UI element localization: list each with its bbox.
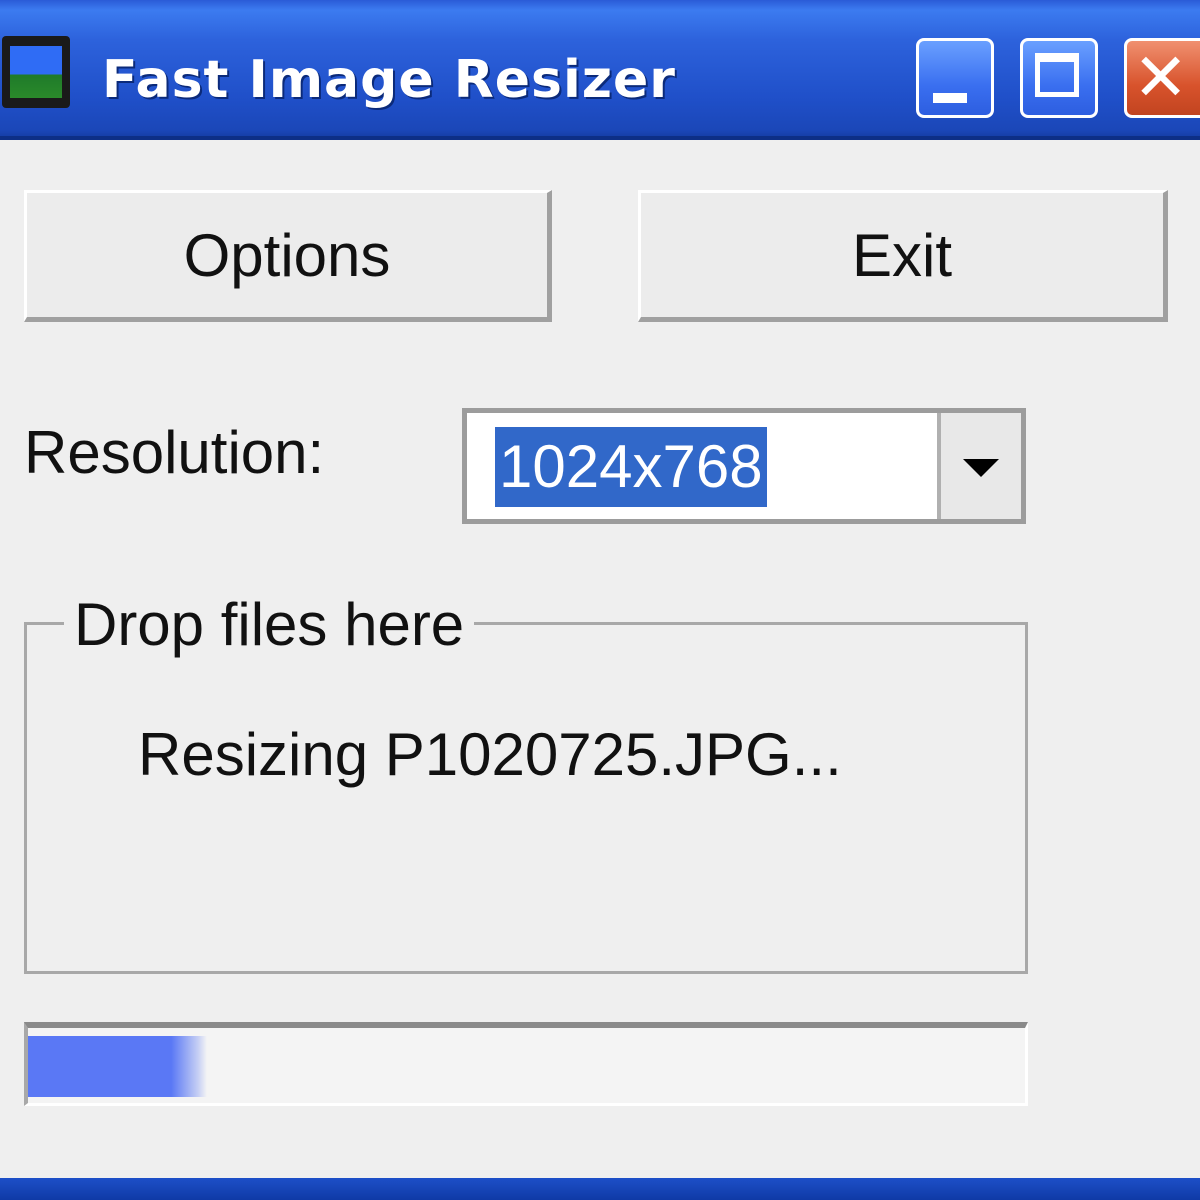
chevron-down-icon xyxy=(963,459,999,477)
exit-button[interactable]: Exit xyxy=(638,190,1168,322)
window-title: Fast Image Resizer xyxy=(102,50,676,110)
resolution-dropdown-button[interactable] xyxy=(937,413,1021,519)
title-bar[interactable]: Fast Image Resizer ✕ xyxy=(0,0,1200,140)
drop-files-area[interactable] xyxy=(24,622,1028,974)
minimize-icon xyxy=(933,93,967,103)
status-text: Resizing P1020725.JPG... xyxy=(138,721,842,788)
window-bottom-border xyxy=(0,1178,1200,1200)
resolution-select[interactable]: 1024x768 xyxy=(462,408,1026,524)
options-button[interactable]: Options xyxy=(24,190,552,322)
maximize-button[interactable] xyxy=(1020,38,1098,118)
progress-bar xyxy=(24,1022,1028,1106)
maximize-icon xyxy=(1035,53,1079,97)
close-icon: ✕ xyxy=(1133,39,1189,116)
resolution-label: Resolution: xyxy=(24,419,325,486)
app-window: Fast Image Resizer ✕ Options Exit Resolu… xyxy=(0,0,1200,1200)
close-button[interactable]: ✕ xyxy=(1124,38,1200,118)
progress-fill xyxy=(28,1036,208,1097)
resolution-selected-value[interactable]: 1024x768 xyxy=(495,427,767,507)
picture-icon-image xyxy=(10,46,62,98)
picture-icon[interactable] xyxy=(2,36,70,108)
drop-files-legend: Drop files here xyxy=(64,590,475,659)
minimize-button[interactable] xyxy=(916,38,994,118)
